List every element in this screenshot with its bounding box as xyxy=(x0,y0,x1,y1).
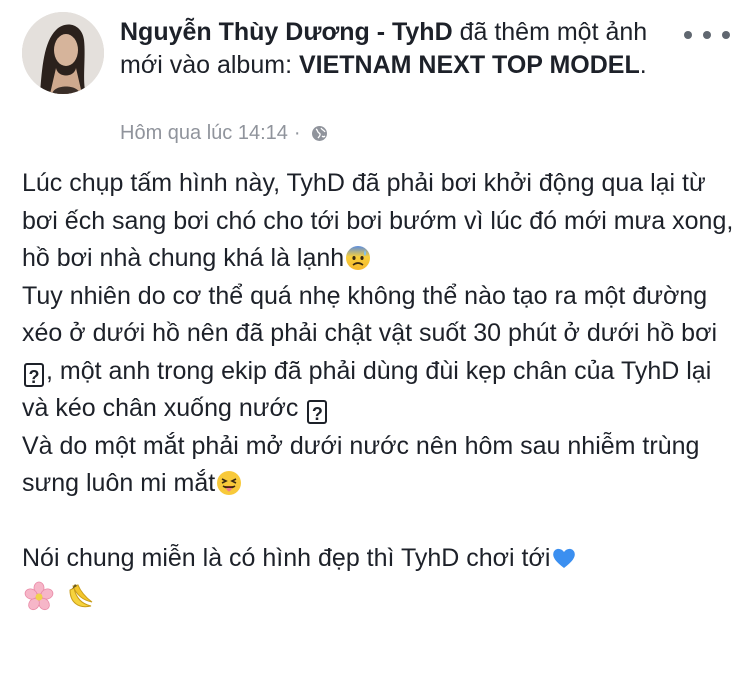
more-options-button[interactable] xyxy=(684,22,730,48)
post-text: Lúc chụp tấm hình này, TyhD đã phải bơi … xyxy=(22,169,734,272)
anxious-face-emoji xyxy=(345,245,371,271)
post-body: Lúc chụp tấm hình này, TyhD đã phải bơi … xyxy=(22,165,734,612)
post-text: Và do một mắt phải mở dưới nước nên hôm … xyxy=(22,431,700,498)
author-name-link[interactable]: Nguyễn Thùy Dương - TyhD xyxy=(120,18,453,46)
more-dots-icon xyxy=(684,31,692,39)
more-dots-icon xyxy=(722,31,730,39)
squinting-tongue-emoji xyxy=(216,470,242,496)
avatar[interactable] xyxy=(22,12,104,94)
post-header: Nguyễn Thùy Dương - TyhD đã thêm một ảnh… xyxy=(22,12,732,162)
post-paragraph: Và do một mắt phải mở dưới nước nên hôm … xyxy=(22,428,734,503)
post-paragraph: Tuy nhiên do cơ thể quá nhẹ không thể nà… xyxy=(22,278,734,428)
post-header-text: Nguyễn Thùy Dương - TyhD đã thêm một ảnh… xyxy=(120,16,680,82)
post-meta: Hôm qua lúc 14:14 · xyxy=(120,122,328,145)
cherry-blossom-emoji xyxy=(23,580,55,612)
meta-separator: · xyxy=(293,122,301,144)
post-text: , một anh trong ekip đã phải dùng đùi kẹ… xyxy=(22,356,712,423)
globe-icon[interactable] xyxy=(311,125,328,142)
avatar-image xyxy=(22,12,104,94)
blue-heart-emoji xyxy=(551,545,577,571)
album-suffix: . xyxy=(639,51,647,79)
post-text: Nói chung miễn là có hình đẹp thì TyhD c… xyxy=(22,544,551,572)
post-paragraph: Nói chung miễn là có hình đẹp thì TyhD c… xyxy=(22,540,734,578)
post-paragraph: Lúc chụp tấm hình này, TyhD đã phải bơi … xyxy=(22,165,734,278)
banana-emoji xyxy=(64,580,96,612)
post-text: Tuy nhiên do cơ thể quá nhẹ không thể nà… xyxy=(22,281,718,348)
timestamp-link[interactable]: Hôm qua lúc 14:14 xyxy=(120,122,288,145)
emoji-row xyxy=(22,580,734,612)
more-dots-icon xyxy=(703,31,711,39)
unknown-glyph-icon: ? xyxy=(24,362,44,387)
album-link[interactable]: VIETNAM NEXT TOP MODEL xyxy=(299,51,640,79)
unknown-glyph-icon: ? xyxy=(307,400,328,424)
